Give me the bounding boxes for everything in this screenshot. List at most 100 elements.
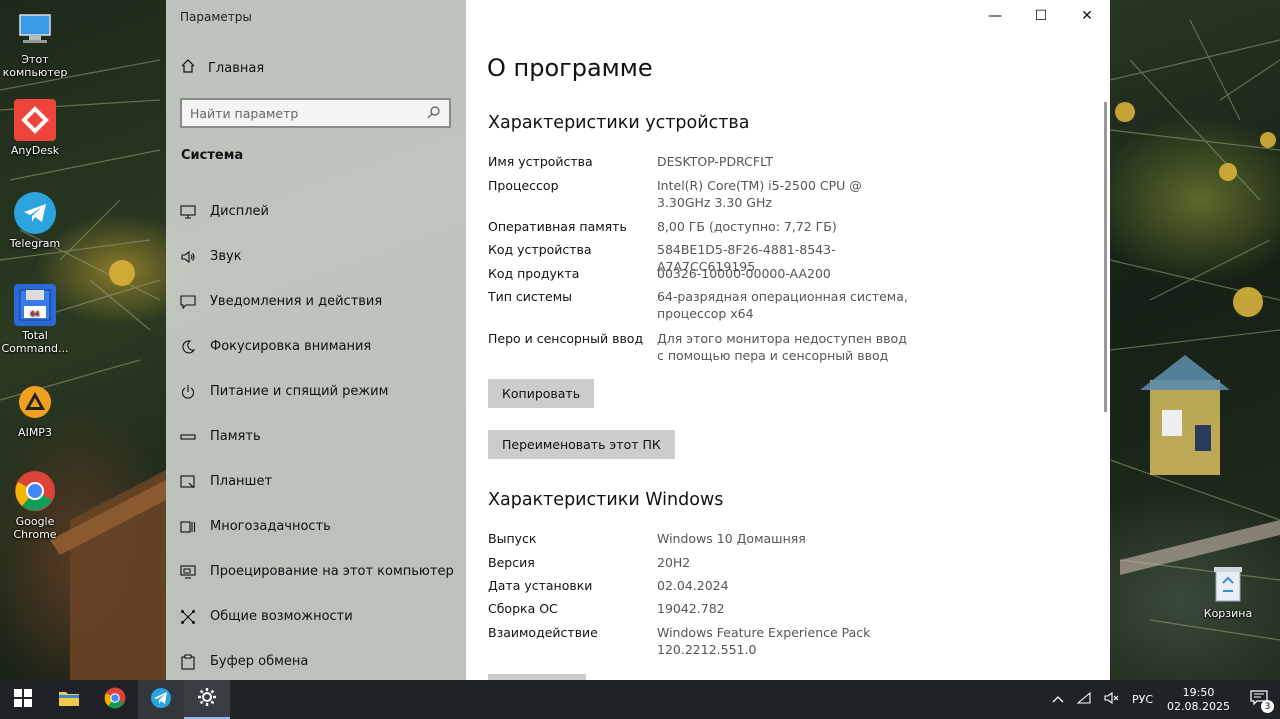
windows-specs-heading: Характеристики Windows (488, 490, 724, 510)
sidebar-item-focus-assist[interactable]: Фокусировка внимания (180, 324, 454, 369)
spec-row: Взаимодействие Windows Feature Experienc… (488, 624, 1088, 658)
chrome-icon (104, 687, 126, 713)
spec-key: Процессор (488, 178, 559, 193)
wifi-icon (1076, 691, 1092, 708)
desktop-icon-label: Корзина (1203, 607, 1253, 620)
desktop-icon-label: AnyDesk (10, 144, 60, 157)
clock-time: 19:50 (1182, 685, 1215, 699)
rename-pc-button[interactable]: Переименовать этот ПК (488, 430, 675, 459)
maximize-button[interactable]: ☐ (1018, 0, 1064, 32)
desktop-icon-label: Google Chrome (13, 515, 57, 541)
start-button[interactable] (0, 680, 46, 719)
device-specs-heading: Характеристики устройства (488, 113, 750, 133)
computer-icon (14, 8, 56, 50)
windows-logo-icon (14, 688, 32, 711)
spec-value: 64-разрядная операционная система, проце… (657, 289, 908, 321)
spec-row: Оперативная память 8,00 ГБ (доступно: 7,… (488, 218, 1088, 235)
taskbar-settings[interactable] (184, 680, 230, 719)
spec-row: Перо и сенсорный ввод Для этого монитора… (488, 330, 1088, 364)
minimize-button[interactable]: — (972, 0, 1018, 32)
spec-key: Дата установки (488, 578, 593, 593)
section-title: Система (181, 148, 244, 163)
clock[interactable]: 19:50 02.08.2025 (1159, 686, 1238, 714)
desktop-icon-this-pc[interactable]: Этот компьютер (0, 8, 70, 79)
spec-value: Intel(R) Core(TM) i5-2500 CPU @ 3.30GHz … (657, 178, 862, 210)
spec-row: Тип системы 64-разрядная операционная си… (488, 288, 1088, 322)
shared-icon (180, 609, 196, 625)
sidebar-item-sound[interactable]: Звук (180, 234, 454, 279)
floppy-disk-icon: 64 (14, 284, 56, 326)
copy-button[interactable]: Копировать (488, 379, 595, 408)
sidebar-item-multitasking[interactable]: Многозадачность (180, 504, 454, 549)
scrollbar[interactable] (1104, 102, 1107, 412)
recycle-bin-icon (1207, 562, 1249, 604)
network-button[interactable] (1070, 680, 1098, 719)
sidebar-item-label: Планшет (210, 474, 273, 489)
sidebar-item-notifications[interactable]: Уведомления и действия (180, 279, 454, 324)
speaker-muted-icon (1104, 691, 1120, 708)
desktop-icon-chrome[interactable]: Google Chrome (0, 470, 70, 541)
taskbar: РУС 19:50 02.08.2025 3 (0, 680, 1280, 719)
aimp-icon (14, 381, 56, 423)
spec-row: Сборка ОС 19042.782 (488, 600, 1088, 617)
maximize-icon: ☐ (1034, 8, 1048, 24)
settings-sidebar: Параметры Главная Найти параметр Система… (166, 0, 466, 680)
gear-icon (197, 687, 217, 711)
spec-value: 20H2 (657, 555, 691, 570)
search-placeholder: Найти параметр (190, 105, 299, 121)
sidebar-item-label: Многозадачность (210, 519, 331, 534)
spec-key: Перо и сенсорный ввод (488, 331, 644, 346)
spec-key: Тип системы (488, 289, 573, 304)
action-center-button[interactable]: 3 (1238, 680, 1280, 719)
sidebar-item-power[interactable]: Питание и спящий режим (180, 369, 454, 414)
sidebar-item-projecting[interactable]: Проецирование на этот компьютер (180, 549, 454, 594)
nav-home-label: Главная (208, 60, 265, 76)
sidebar-item-label: Буфер обмена (210, 654, 309, 669)
sidebar-item-storage[interactable]: Память (180, 414, 454, 459)
spec-value: 8,00 ГБ (доступно: 7,72 ГБ) (657, 219, 837, 234)
desktop-icon-label: Total Command... (1, 329, 69, 355)
svg-text:64: 64 (31, 310, 40, 318)
clock-date: 02.08.2025 (1167, 699, 1230, 713)
home-icon (180, 58, 196, 78)
monitor-icon (180, 204, 196, 220)
tray-overflow-button[interactable] (1046, 680, 1070, 719)
desktop-icon-aimp3[interactable]: AIMP3 (0, 381, 70, 439)
system-tray: РУС 19:50 02.08.2025 3 (1046, 680, 1280, 719)
sidebar-item-tablet[interactable]: Планшет (180, 459, 454, 504)
sidebar-item-shared-experiences[interactable]: Общие возможности (180, 594, 454, 639)
window-controls: — ☐ ✕ (972, 0, 1110, 32)
clipboard-icon (180, 653, 196, 670)
chevron-up-icon (1052, 693, 1064, 706)
sidebar-item-display[interactable]: Дисплей (180, 189, 454, 234)
taskbar-chrome[interactable] (92, 680, 138, 719)
language-indicator[interactable]: РУС (1126, 680, 1159, 719)
spec-key: Взаимодействие (488, 625, 598, 640)
desktop-icon-recycle-bin[interactable]: Корзина (1193, 562, 1263, 620)
moon-icon (180, 339, 196, 355)
page-title: О программе (487, 54, 653, 82)
project-icon (180, 564, 196, 580)
taskbar-telegram[interactable] (138, 680, 184, 719)
volume-button[interactable] (1098, 680, 1126, 719)
nav-home[interactable]: Главная (180, 58, 264, 78)
desktop-icon-telegram[interactable]: Telegram (0, 192, 70, 250)
spec-value: 00326-10000-00000-AA200 (657, 266, 831, 281)
desktop-icon-total-commander[interactable]: 64 Total Command... (0, 284, 70, 355)
sidebar-item-label: Фокусировка внимания (210, 339, 372, 354)
spec-row: Процессор Intel(R) Core(TM) i5-2500 CPU … (488, 177, 1088, 211)
search-input[interactable]: Найти параметр (180, 98, 451, 128)
spec-value: 02.04.2024 (657, 578, 729, 593)
spec-row: Код продукта 00326-10000-00000-AA200 (488, 265, 1088, 282)
sidebar-item-clipboard[interactable]: Буфер обмена (180, 639, 454, 684)
search-icon (427, 105, 441, 122)
sidebar-item-label: Уведомления и действия (210, 294, 383, 309)
telegram-icon (14, 192, 56, 234)
taskbar-explorer[interactable] (46, 680, 92, 719)
close-button[interactable]: ✕ (1064, 0, 1110, 32)
spec-key: Версия (488, 555, 535, 570)
desktop-icon-anydesk[interactable]: AnyDesk (0, 99, 70, 157)
spec-key: Выпуск (488, 531, 537, 546)
spec-value: 19042.782 (657, 601, 725, 616)
sidebar-item-label: Дисплей (210, 204, 270, 219)
